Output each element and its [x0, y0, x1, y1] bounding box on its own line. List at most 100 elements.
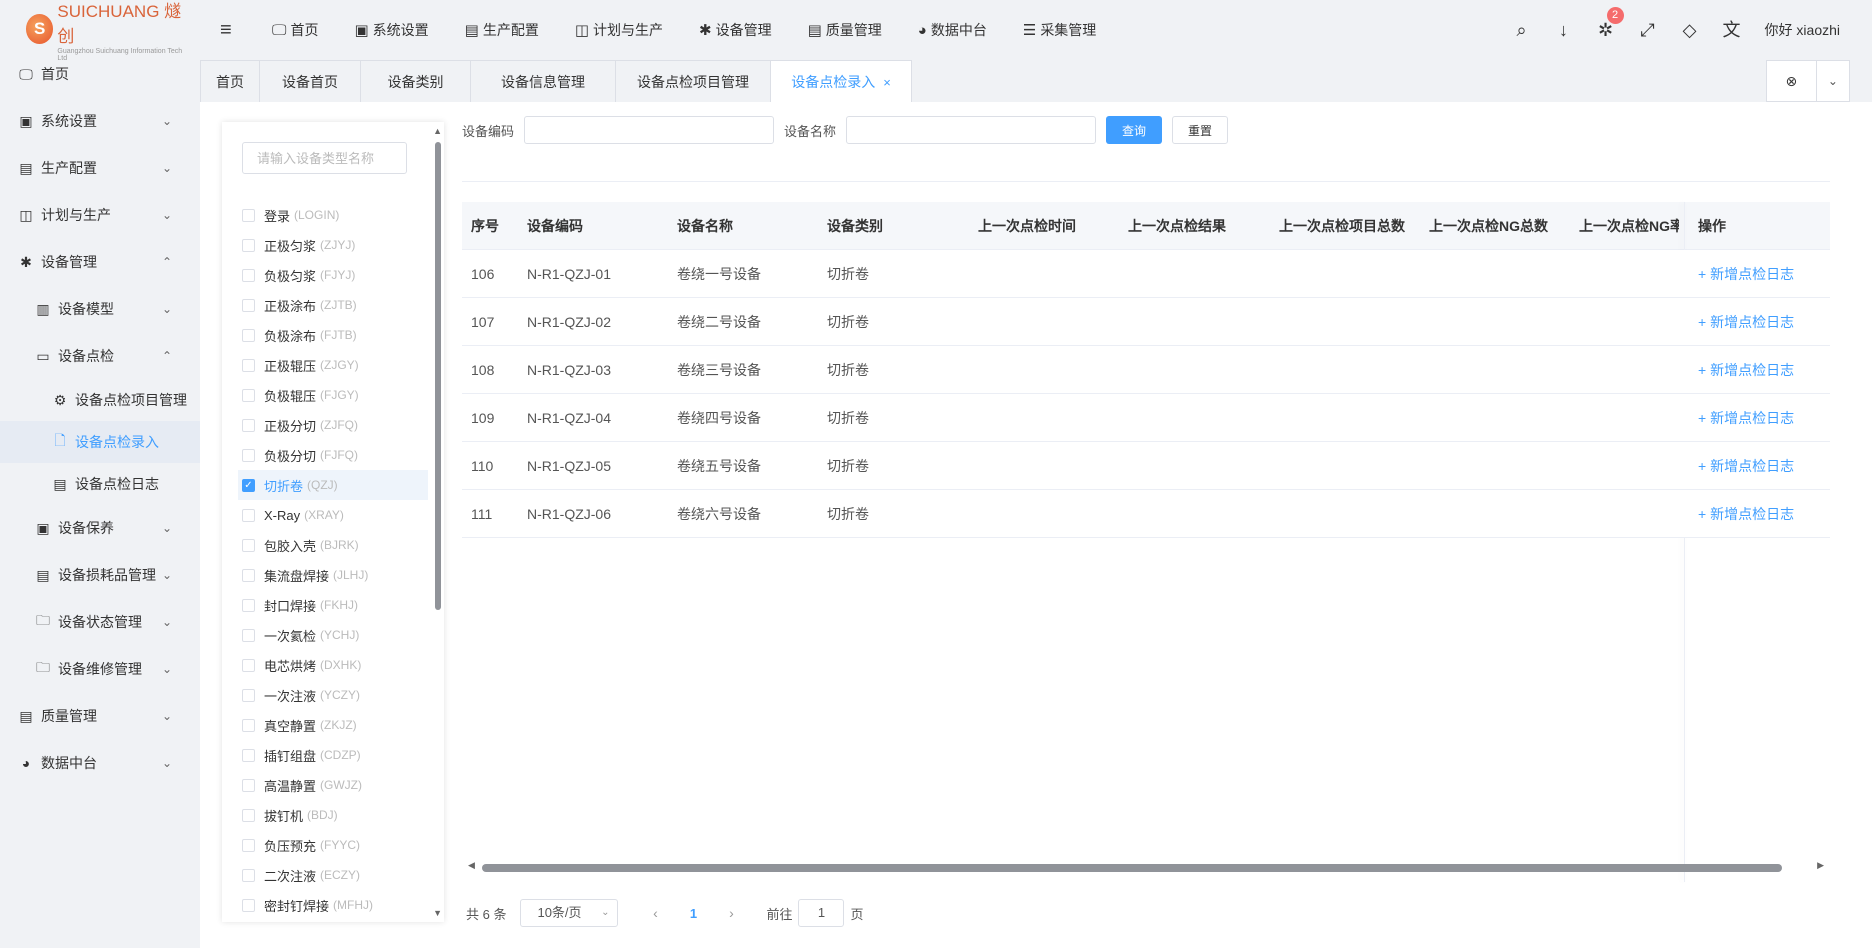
tree-item[interactable]: 负极匀浆 (FJYJ): [238, 260, 428, 290]
table-row[interactable]: 111 N-R1-QZJ-06 卷绕六号设备 切折卷 + 新增点检日志: [462, 490, 1830, 538]
add-inspection-log-link[interactable]: + 新增点检日志: [1698, 458, 1794, 474]
scroll-right-arrow-icon[interactable]: ▶: [1817, 860, 1824, 871]
query-button[interactable]: 查询: [1106, 116, 1163, 144]
top-nav-item[interactable]: ◕ 数据中台: [918, 20, 987, 40]
page-number[interactable]: 1: [678, 906, 708, 921]
column-header[interactable]: 序号: [471, 202, 521, 250]
tree-item[interactable]: 一次氦检 (YCHJ): [238, 620, 428, 650]
checkbox[interactable]: [242, 208, 255, 222]
scroll-left-arrow-icon[interactable]: ◀: [468, 860, 475, 871]
user-greeting[interactable]: 你好 xiaozhi: [1765, 20, 1840, 40]
tree-item[interactable]: 正极分切 (ZJFQ): [238, 410, 428, 440]
column-header[interactable]: 上一次点检项目总数: [1279, 202, 1424, 250]
tree-item[interactable]: 电芯烘烤 (DXHK): [238, 650, 428, 680]
page-size-select[interactable]: 10条/页 ⌄: [520, 899, 619, 927]
column-header[interactable]: 操作: [1698, 202, 1818, 250]
tree-item[interactable]: 密封钉焊接 (MFHJ): [238, 890, 428, 920]
translate-icon[interactable]: 文: [1721, 19, 1743, 41]
column-header[interactable]: 上一次点检NG率: [1579, 202, 1679, 250]
checkbox[interactable]: [242, 898, 255, 912]
checkbox[interactable]: [242, 298, 255, 312]
device-name-input[interactable]: [846, 116, 1097, 144]
tree-item[interactable]: 正极涂布 (ZJTB): [238, 290, 428, 320]
tree-item[interactable]: 插钉组盘 (CDZP): [238, 740, 428, 770]
checkbox[interactable]: [242, 688, 255, 702]
scroll-down-arrow-icon[interactable]: ▼: [433, 908, 442, 918]
sidebar-item[interactable]: ▤ 设备点检日志: [0, 463, 200, 505]
close-icon[interactable]: ×: [883, 75, 891, 90]
bug-notification-icon[interactable]: ✲ 2: [1595, 7, 1624, 41]
device-type-search-input[interactable]: [242, 142, 407, 174]
logo[interactable]: S SUICHUANG 燧创 Guangzhou Suichuang Infor…: [26, 2, 186, 62]
goto-page-input[interactable]: 1: [798, 899, 845, 927]
checkbox[interactable]: [242, 628, 255, 642]
checkbox[interactable]: ✓: [242, 478, 255, 492]
tree-item[interactable]: 正极匀浆 (ZJYJ): [238, 230, 428, 260]
sidebar-item[interactable]: ⚙ 设备点检项目管理: [0, 379, 200, 421]
tree-item[interactable]: 负压预充 (FYYC): [238, 830, 428, 860]
tree-item[interactable]: 登录 (LOGIN): [238, 200, 428, 230]
checkbox[interactable]: [242, 448, 255, 462]
chevron-down-icon[interactable]: ⌄: [1815, 60, 1849, 102]
tree-item[interactable]: 负极涂布 (FJTB): [238, 320, 428, 350]
column-header[interactable]: 上一次点检结果: [1128, 202, 1273, 250]
checkbox[interactable]: [242, 418, 255, 432]
tree-item[interactable]: ✓ 切折卷 (QZJ): [238, 470, 428, 500]
tree-item[interactable]: X-Ray (XRAY): [238, 500, 428, 530]
fullscreen-icon[interactable]: ⤢: [1637, 19, 1659, 41]
add-inspection-log-link[interactable]: + 新增点检日志: [1698, 410, 1794, 426]
prev-page-icon[interactable]: ‹: [640, 905, 670, 921]
sidebar-item[interactable]: ◕ 数据中台 ⌄: [0, 735, 200, 791]
close-all-tabs-icon[interactable]: ⊗: [1767, 73, 1816, 90]
tree-item[interactable]: 包胶入壳 (BJRK): [238, 530, 428, 560]
table-row[interactable]: 110 N-R1-QZJ-05 卷绕五号设备 切折卷 + 新增点检日志: [462, 442, 1830, 490]
table-horizontal-scrollbar[interactable]: ◀ ▶: [462, 860, 1830, 874]
checkbox[interactable]: [242, 778, 255, 792]
tree-item[interactable]: 集流盘焊接 (JLHJ): [238, 560, 428, 590]
checkbox[interactable]: [242, 388, 255, 402]
search-icon[interactable]: ⌕: [1511, 19, 1533, 41]
checkbox[interactable]: [242, 718, 255, 732]
tree-item[interactable]: 封口焊接 (FKHJ): [238, 590, 428, 620]
tree-scrollbar[interactable]: ▲ ▼: [432, 122, 444, 922]
checkbox[interactable]: [242, 748, 255, 762]
column-header[interactable]: 设备名称: [677, 202, 822, 250]
checkbox[interactable]: [242, 238, 255, 252]
device-code-input[interactable]: [524, 116, 775, 144]
top-nav-item[interactable]: ✱ 设备管理: [699, 20, 772, 40]
tab[interactable]: 设备点检录入 ×: [770, 60, 912, 102]
tab[interactable]: 设备点检项目管理: [615, 60, 771, 102]
tree-scroll-thumb[interactable]: [435, 142, 441, 610]
tab[interactable]: 设备信息管理: [470, 60, 616, 102]
sidebar-item[interactable]: ▭ 设备点检 ⌃: [0, 328, 200, 384]
column-header[interactable]: 设备类别: [827, 202, 972, 250]
scroll-up-arrow-icon[interactable]: ▲: [433, 126, 442, 136]
top-nav-item[interactable]: 🖵 首页: [272, 20, 318, 40]
checkbox[interactable]: [242, 838, 255, 852]
checkbox[interactable]: [242, 568, 255, 582]
add-inspection-log-link[interactable]: + 新增点检日志: [1698, 314, 1794, 330]
add-inspection-log-link[interactable]: + 新增点检日志: [1698, 362, 1794, 378]
column-header[interactable]: 设备编码: [527, 202, 672, 250]
reset-button[interactable]: 重置: [1172, 116, 1229, 144]
checkbox[interactable]: [242, 658, 255, 672]
tree-item[interactable]: 拔钉机 (BDJ): [238, 800, 428, 830]
top-nav-item[interactable]: ▣ 系统设置: [354, 20, 428, 40]
add-inspection-log-link[interactable]: + 新增点检日志: [1698, 266, 1794, 282]
hamburger-menu-icon[interactable]: ≡: [220, 20, 240, 40]
checkbox[interactable]: [242, 358, 255, 372]
tree-item[interactable]: 正极辊压 (ZJGY): [238, 350, 428, 380]
tree-item[interactable]: 一次注液 (YCZY): [238, 680, 428, 710]
top-nav-item[interactable]: ◫ 计划与生产: [575, 20, 663, 40]
tree-item[interactable]: 二次注液 (ECZY): [238, 860, 428, 890]
horizontal-scroll-thumb[interactable]: [482, 864, 1782, 872]
add-inspection-log-link[interactable]: + 新增点检日志: [1698, 506, 1794, 522]
table-row[interactable]: 107 N-R1-QZJ-02 卷绕二号设备 切折卷 + 新增点检日志: [462, 298, 1830, 346]
tab[interactable]: 首页: [200, 60, 260, 102]
table-row[interactable]: 106 N-R1-QZJ-01 卷绕一号设备 切折卷 + 新增点检日志: [462, 250, 1830, 298]
tree-item[interactable]: 高温静置 (GWJZ): [238, 770, 428, 800]
tree-item[interactable]: 负极分切 (FJFQ): [238, 440, 428, 470]
table-row[interactable]: 109 N-R1-QZJ-04 卷绕四号设备 切折卷 + 新增点检日志: [462, 394, 1830, 442]
diamond-icon[interactable]: ◇: [1679, 19, 1701, 41]
checkbox[interactable]: [242, 868, 255, 882]
